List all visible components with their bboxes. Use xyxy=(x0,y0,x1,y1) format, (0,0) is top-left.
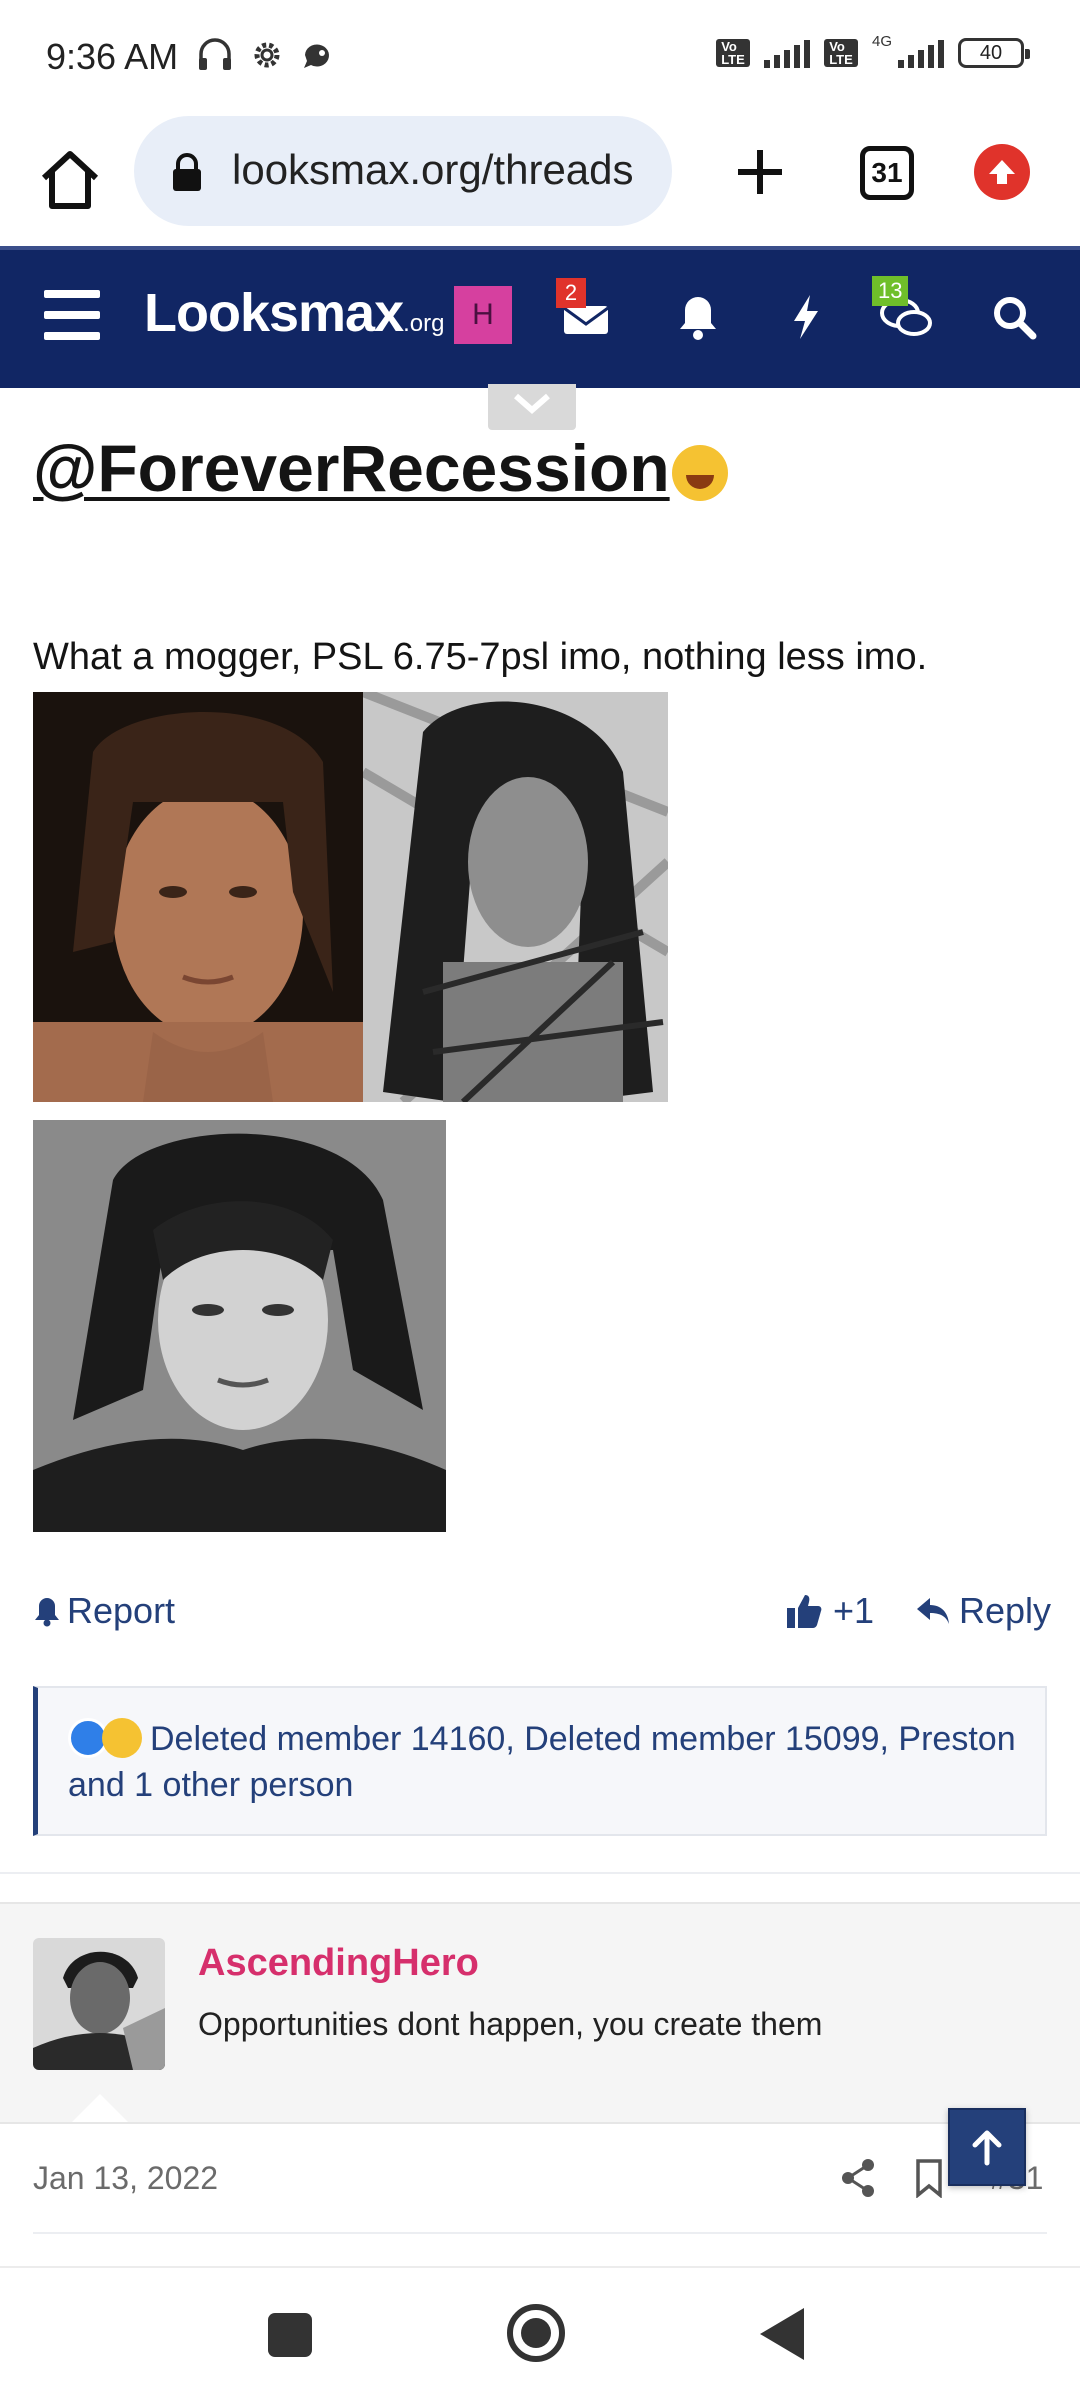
message-arrow xyxy=(70,2094,130,2124)
battery-level: 40 xyxy=(979,41,1003,64)
laughing-emoji-icon xyxy=(671,445,728,501)
reply-arrow-icon xyxy=(917,1598,949,1624)
signal-icon-2 xyxy=(898,38,944,68)
site-logo[interactable]: Looksmax.org xyxy=(144,282,444,344)
inbox-button[interactable]: 2 xyxy=(556,278,616,344)
back-button[interactable] xyxy=(760,2308,804,2360)
divider xyxy=(0,1872,1080,1874)
lightning-icon xyxy=(794,295,818,339)
post-body-text: What a mogger, PSL 6.75-7psl imo, nothin… xyxy=(33,636,928,678)
chevron-down-icon xyxy=(514,393,550,414)
url-text: looksmax.org/threads xyxy=(232,146,634,193)
share-icon[interactable] xyxy=(838,2156,878,2200)
recent-apps-button[interactable] xyxy=(268,2313,312,2357)
address-bar[interactable]: looksmax.org/threads xyxy=(134,116,672,226)
conversations-badge: 13 xyxy=(872,276,909,306)
search-icon xyxy=(994,297,1037,340)
inbox-badge: 2 xyxy=(556,278,586,308)
scroll-to-top-button[interactable] xyxy=(948,2108,1026,2186)
report-label: Report xyxy=(67,1590,176,1631)
system-nav-bar xyxy=(0,2266,1080,2400)
volte-icon: Vo LTE xyxy=(715,39,750,67)
network-type: 4G xyxy=(871,32,892,50)
reactions-text: Deleted member 14160, Deleted member 150… xyxy=(68,1720,1016,1804)
site-header: Looksmax.org H 2 13 xyxy=(0,246,1080,388)
whats-new-button[interactable] xyxy=(776,290,836,344)
tab-switcher-button[interactable]: 31 xyxy=(860,146,914,200)
post-actions: Report +1 Reply xyxy=(33,1590,1051,1646)
update-button[interactable] xyxy=(974,144,1030,200)
alerts-button[interactable] xyxy=(668,290,728,344)
arrow-up-icon xyxy=(972,2130,1002,2166)
browser-toolbar: looksmax.org/threads 31 xyxy=(0,112,1080,248)
logo-suffix: .org xyxy=(403,310,445,337)
post-meta-bar: Jan 13, 2022 #31 xyxy=(0,2122,1080,2230)
bell-icon xyxy=(680,297,716,340)
menu-button[interactable] xyxy=(44,290,100,340)
avatar[interactable] xyxy=(33,1938,165,2070)
report-link[interactable]: Report xyxy=(33,1590,175,1632)
account-avatar[interactable]: H xyxy=(454,286,512,344)
arrow-up-icon xyxy=(989,160,1015,184)
reactions-text-block: Deleted member 14160, Deleted member 150… xyxy=(68,1716,1028,1808)
headphones-icon xyxy=(199,38,231,70)
gear-icon xyxy=(254,42,280,68)
divider xyxy=(33,2232,1047,2234)
next-post-author-block: AscendingHero Opportunities dont happen,… xyxy=(0,1902,1080,2124)
post-image-2[interactable] xyxy=(363,692,668,1102)
post-image-1[interactable] xyxy=(33,692,363,1102)
reactions-summary[interactable]: Deleted member 14160, Deleted member 150… xyxy=(33,1686,1047,1836)
battery-icon: 40 xyxy=(958,38,1030,68)
like-button[interactable]: +1 xyxy=(785,1590,874,1632)
chat-bubble-icon xyxy=(304,44,329,68)
plus-icon xyxy=(738,150,782,194)
collapse-tab[interactable] xyxy=(488,384,576,430)
post-date-link[interactable]: Jan 13, 2022 xyxy=(33,2160,218,2197)
home-nav-button[interactable] xyxy=(507,2304,565,2362)
status-bar: 9:36 AM Vo LTE Vo LTE 4G 40 xyxy=(0,0,1080,112)
reply-label: Reply xyxy=(959,1590,1052,1631)
bookmark-icon[interactable] xyxy=(914,2158,944,2198)
mention-text: @ForeverRecession xyxy=(33,431,670,505)
laugh-reaction-icon xyxy=(102,1718,142,1758)
logo-main: Looksmax xyxy=(144,283,404,343)
conversations-button[interactable]: 13 xyxy=(872,276,936,344)
post-image-3[interactable] xyxy=(33,1120,446,1532)
volte-icon-2: Vo LTE xyxy=(823,39,858,67)
status-time: 9:36 AM xyxy=(46,36,179,77)
reply-link[interactable]: Reply xyxy=(915,1590,1051,1632)
username-link[interactable]: AscendingHero xyxy=(198,1942,479,1985)
user-title: Opportunities dont happen, you create th… xyxy=(198,2006,823,2042)
thumbs-up-icon xyxy=(787,1595,822,1628)
lock-icon xyxy=(173,153,201,191)
new-tab-button[interactable] xyxy=(722,134,798,210)
search-button[interactable] xyxy=(984,290,1044,344)
bell-icon xyxy=(35,1598,59,1627)
status-notification-icons xyxy=(196,36,334,74)
user-mention-link[interactable]: @ForeverRecession xyxy=(33,430,728,506)
status-system-icons: Vo LTE Vo LTE 4G 40 xyxy=(715,33,1030,68)
like-label: +1 xyxy=(833,1590,875,1631)
home-icon xyxy=(41,151,99,209)
signal-icon xyxy=(763,38,810,68)
home-button[interactable] xyxy=(32,142,108,218)
